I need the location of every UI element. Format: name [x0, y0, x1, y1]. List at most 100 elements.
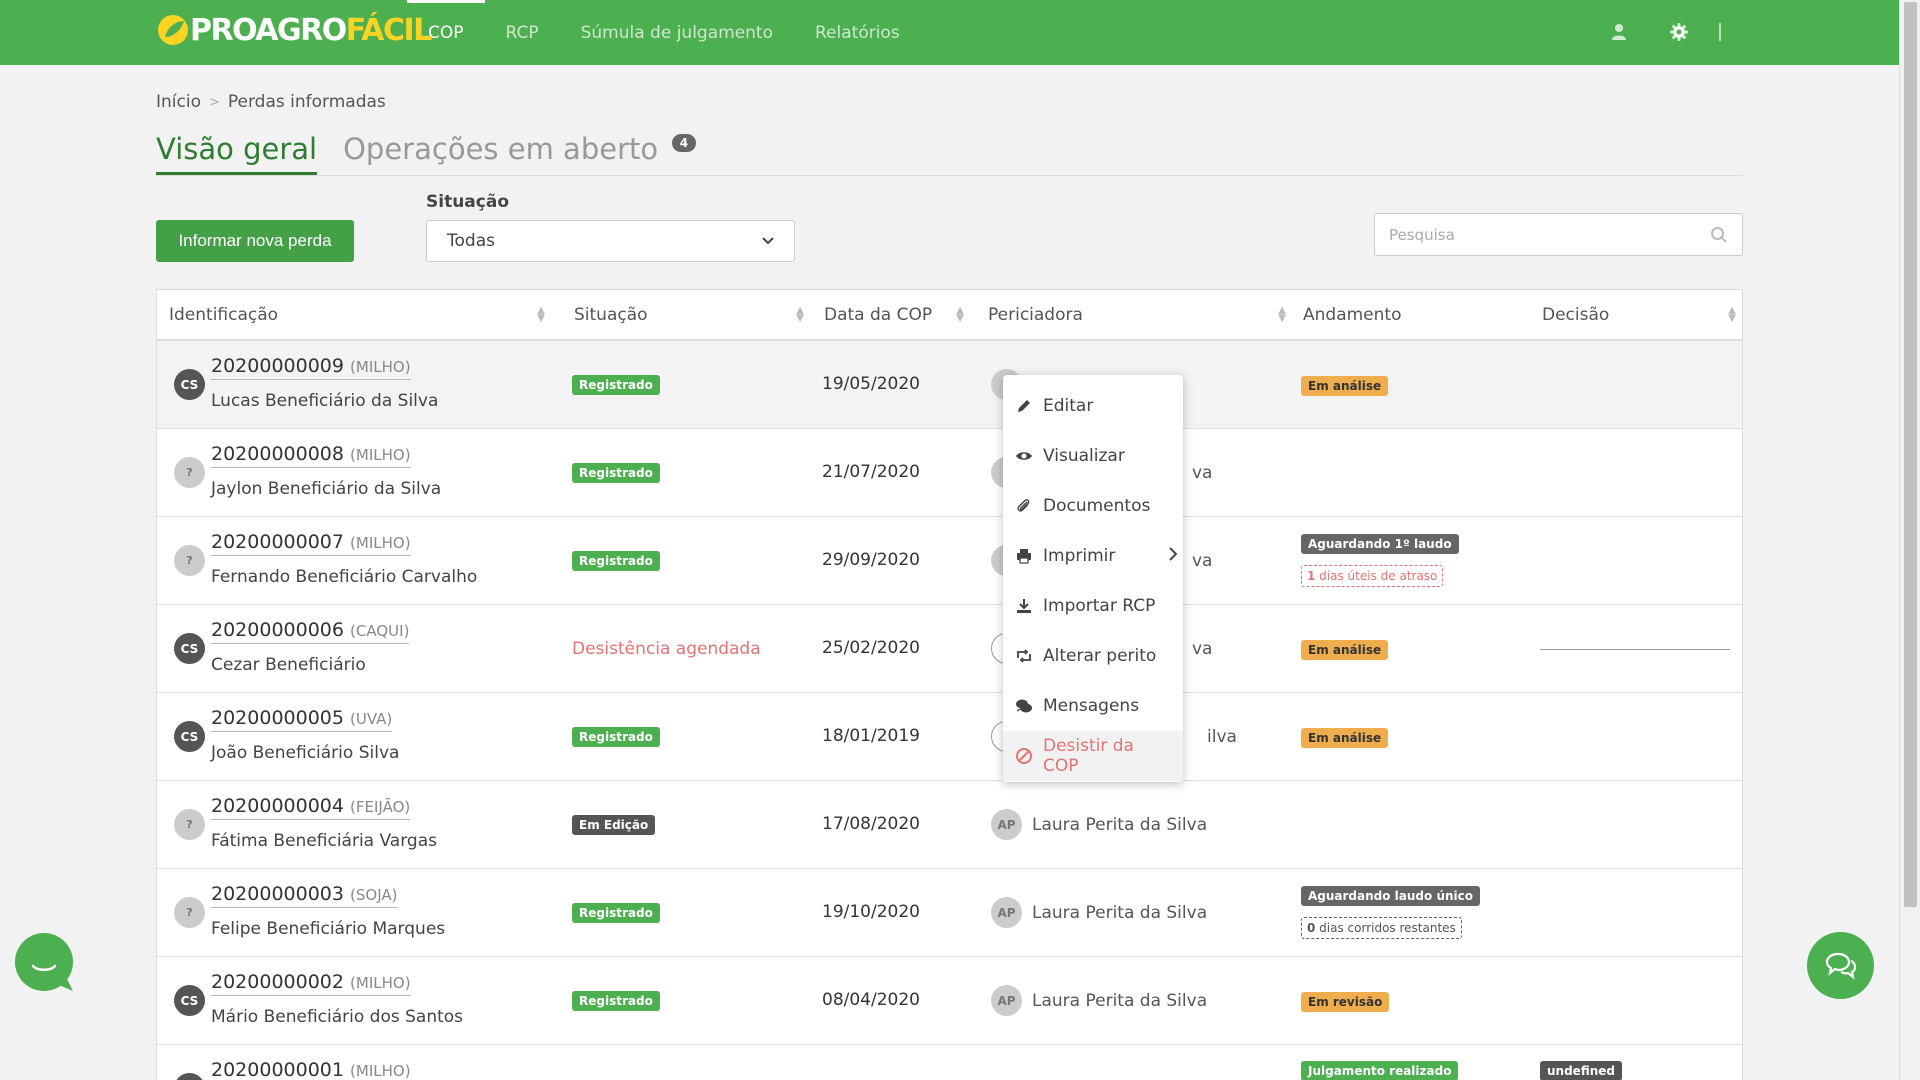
- cop-date: 19/05/2020: [822, 374, 920, 394]
- nav-item-rcp[interactable]: RCP: [485, 0, 560, 65]
- breadcrumb-separator: >: [208, 94, 220, 110]
- breadcrumb: Início > Perdas informadas: [156, 92, 386, 112]
- sort-icon: ▲ ▼: [1728, 305, 1736, 324]
- perito-avatar: AP: [991, 897, 1022, 928]
- status-badge: Registrado: [572, 551, 660, 571]
- progress-badge: Em análise: [1301, 640, 1389, 660]
- menu-item-imprimir[interactable]: Imprimir: [1003, 531, 1183, 581]
- beneficiary-name: Felipe Beneficiário Marques: [211, 919, 446, 939]
- status-badge: Registrado: [572, 903, 660, 923]
- avatar: ?: [174, 457, 205, 488]
- perito-name: Laura Perita da Silva: [1032, 814, 1208, 835]
- perito-name: ilva: [1207, 726, 1237, 747]
- sort-icon: ▲ ▼: [796, 305, 804, 324]
- breadcrumb-home[interactable]: Início: [156, 92, 201, 112]
- page-scrollbar[interactable]: [1899, 0, 1920, 1080]
- progress-badge: Em revisão: [1301, 992, 1390, 1012]
- sort-icon: ▲ ▼: [537, 305, 545, 324]
- perito-name: Laura Perita da Silva: [1032, 902, 1208, 923]
- operation-id[interactable]: 20200000004 (FEIJÃO): [211, 795, 411, 820]
- comments-icon: [1825, 952, 1856, 980]
- progress-badge: Julgamento realizado: [1301, 1061, 1459, 1080]
- search-box[interactable]: [1374, 213, 1743, 256]
- avatar: CS: [174, 1073, 205, 1080]
- tab-operacoes-em-aberto[interactable]: Operações em aberto 4: [343, 132, 697, 175]
- menu-label: Mensagens: [1043, 696, 1140, 716]
- beneficiary-name: Fátima Beneficiária Vargas: [211, 831, 437, 851]
- user-icon[interactable]: [1609, 22, 1629, 42]
- messages-float-button[interactable]: [1807, 932, 1874, 999]
- table-header: Identificação ▲ ▼ Situação ▲ ▼ Data da COP ▲ ▼…: [157, 290, 1742, 341]
- operation-id[interactable]: 20200000005 (UVA): [211, 707, 393, 732]
- eye-icon: [1016, 452, 1032, 460]
- perito-avatar: AP: [991, 809, 1022, 840]
- beneficiary-name: João Beneficiário Silva: [211, 743, 400, 763]
- gear-icon[interactable]: [1669, 22, 1689, 42]
- nav-item-relatorios[interactable]: Relatórios: [794, 0, 921, 65]
- operation-id[interactable]: 20200000006 (CAQUI): [211, 619, 410, 644]
- table-row[interactable]: ? 20200000007 (MILHO) Fernando Beneficiá…: [157, 517, 1742, 605]
- col-data-cop[interactable]: Data da COP ▲ ▼: [824, 305, 964, 325]
- operation-id[interactable]: 20200000008 (MILHO): [211, 443, 411, 468]
- top-navbar: PROAGROFÁCIL COP RCP Súmula de julgament…: [0, 0, 1899, 65]
- status-badge: Registrado: [572, 991, 660, 1011]
- pencil-icon: [1018, 400, 1030, 412]
- col-identificacao[interactable]: Identificação ▲ ▼: [169, 305, 545, 325]
- table-row[interactable]: CS 20200000006 (CAQUI) Cezar Beneficiári…: [157, 605, 1742, 693]
- table-row[interactable]: ? 20200000003 (SOJA) Felipe Beneficiário…: [157, 869, 1742, 957]
- cop-date: 17/08/2020: [822, 814, 920, 834]
- deadline-badge: 0 dias corridos restantes: [1301, 917, 1462, 939]
- nav-item-cop[interactable]: COP: [407, 0, 485, 65]
- col-label: Data da COP: [824, 305, 933, 325]
- table-row[interactable]: ? 20200000008 (MILHO) Jaylon Beneficiári…: [157, 429, 1742, 517]
- menu-item-alterar-perito[interactable]: Alterar perito: [1003, 631, 1183, 681]
- operation-id[interactable]: 20200000003 (SOJA): [211, 883, 398, 908]
- menu-item-mensagens[interactable]: Mensagens: [1003, 681, 1183, 731]
- printer-icon: [1017, 549, 1031, 564]
- top-actions: [1609, 22, 1721, 42]
- download-icon: [1017, 599, 1031, 613]
- avatar: CS: [174, 721, 205, 752]
- status-filter-select[interactable]: Todas: [426, 220, 795, 262]
- operation-id[interactable]: 20200000001 (MILHO): [211, 1059, 411, 1080]
- table-row[interactable]: ? 20200000004 (FEIJÃO) Fátima Beneficiár…: [157, 781, 1742, 869]
- chevron-right-icon: [1169, 547, 1177, 561]
- menu-label: Desistir da COP: [1043, 736, 1134, 776]
- table-row[interactable]: CS 20200000002 (MILHO) Mário Beneficiári…: [157, 957, 1742, 1045]
- operation-id[interactable]: 20200000007 (MILHO): [211, 531, 411, 556]
- col-label: Decisão: [1542, 305, 1610, 325]
- table-row[interactable]: CS 20200000009 (MILHO) Lucas Beneficiári…: [157, 341, 1742, 429]
- brand-logo[interactable]: PROAGROFÁCIL: [156, 12, 432, 48]
- breadcrumb-current: Perdas informadas: [227, 92, 386, 112]
- chevron-down-icon: [762, 237, 774, 245]
- menu-item-importar-rcp[interactable]: Importar RCP: [1003, 581, 1183, 631]
- search-input[interactable]: [1389, 225, 1710, 244]
- status-text: Desistência agendada: [572, 639, 761, 659]
- tab-visao-geral[interactable]: Visão geral: [156, 132, 318, 175]
- nav-item-sumula[interactable]: Súmula de julgamento: [560, 0, 794, 65]
- new-loss-button[interactable]: Informar nova perda: [156, 220, 354, 262]
- progress-badge: Em análise: [1301, 728, 1389, 748]
- menu-label: Visualizar: [1043, 446, 1125, 466]
- ban-icon: [1016, 748, 1032, 764]
- operation-id[interactable]: 20200000009 (MILHO): [211, 355, 411, 380]
- menu-item-editar[interactable]: Editar: [1003, 381, 1183, 431]
- col-periciadora[interactable]: Periciadora ▲ ▼: [988, 305, 1286, 325]
- search-icon[interactable]: [1710, 226, 1728, 244]
- chat-widget-button[interactable]: [15, 933, 73, 991]
- menu-item-visualizar[interactable]: Visualizar: [1003, 431, 1183, 481]
- col-situacao[interactable]: Situação ▲ ▼: [574, 305, 804, 325]
- col-decisao[interactable]: Decisão ▲ ▼: [1542, 305, 1736, 325]
- scrollbar-thumb[interactable]: [1904, 2, 1917, 907]
- perito-cell: AP Laura Perita da Silva: [991, 809, 1207, 840]
- table-row[interactable]: CS 20200000001 (MILHO) Julgamento realiz…: [157, 1045, 1742, 1080]
- operation-id[interactable]: 20200000002 (MILHO): [211, 971, 411, 996]
- table-row[interactable]: CS 20200000005 (UVA) João Beneficiário S…: [157, 693, 1742, 781]
- menu-item-documentos[interactable]: Documentos: [1003, 481, 1183, 531]
- beneficiary-name: Fernando Beneficiário Carvalho: [211, 567, 478, 587]
- menu-item-desistir[interactable]: Desistir da COP: [1003, 731, 1183, 781]
- logo-text: PROAGROFÁCIL: [190, 12, 432, 48]
- chat-bubble-icon: [31, 964, 73, 991]
- top-separator: [1719, 23, 1721, 41]
- avatar: CS: [174, 369, 205, 400]
